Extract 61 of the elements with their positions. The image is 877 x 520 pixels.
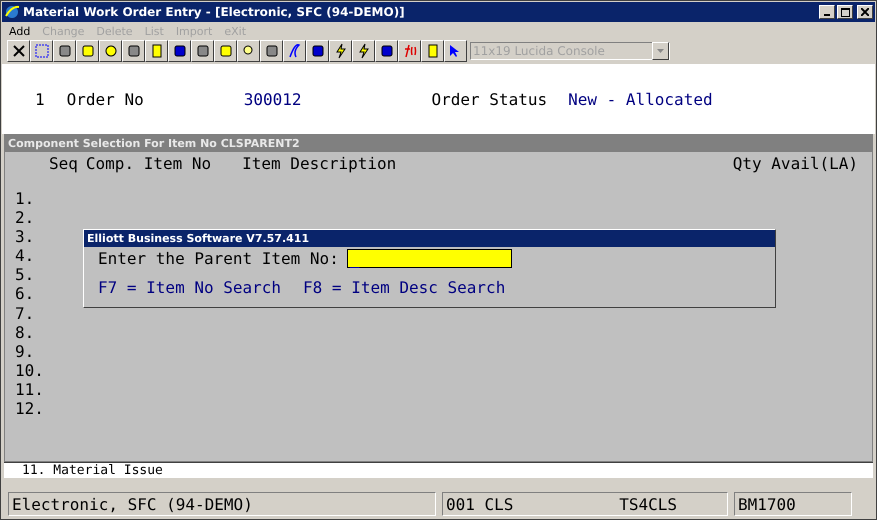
toolbar-button[interactable]: [444, 40, 467, 62]
menu-item[interactable]: Add: [9, 24, 30, 38]
toolbar-button[interactable]: [260, 40, 283, 62]
prompt-label: Enter the Parent Item No:: [98, 248, 339, 268]
toolbar-button[interactable]: [398, 40, 421, 62]
toolbar-button[interactable]: [53, 40, 76, 62]
row-number: 1.: [15, 189, 34, 208]
row-number: 11.: [15, 380, 44, 400]
row-number: 9.: [15, 342, 34, 361]
order-no-label: Order No: [66, 90, 144, 108]
toolbar-button[interactable]: [30, 40, 53, 62]
row-number: 2.: [15, 208, 34, 228]
column-header: Qty Avail(LA): [732, 154, 858, 172]
order-line-number: 1: [35, 90, 45, 108]
close-icon: [861, 8, 869, 16]
toolbar-button[interactable]: [329, 40, 352, 62]
column-header: Seq: [49, 154, 78, 172]
selection-icon: [34, 43, 50, 59]
status-text: 001 CLS: [446, 494, 514, 514]
toolbar-button[interactable]: [7, 40, 30, 62]
order-status-value: New - Allocated: [568, 90, 713, 108]
menu-line-text: 11. Material Issue: [21, 463, 163, 478]
column-header: Comp. Item No: [86, 154, 212, 172]
row-number: 7.: [15, 304, 34, 323]
order-no-value: 300012: [244, 90, 302, 108]
row-number: 8.: [15, 322, 34, 342]
toolbar-button[interactable]: [145, 40, 168, 62]
maximize-button[interactable]: [837, 5, 853, 19]
row-number: 6.: [15, 284, 34, 304]
key-hint: F8 = Item Desc Search: [303, 278, 506, 297]
maximize-icon: [840, 8, 850, 16]
toolbar-button[interactable]: [421, 40, 444, 62]
toolbar-button[interactable]: [122, 40, 145, 62]
panel-title: Component Selection For Item No CLSPARENT2: [5, 135, 872, 152]
toolbar-button[interactable]: [76, 40, 99, 62]
status-text: TS4CLS: [619, 494, 677, 514]
window-title: Material Work Order Entry - [Electronic, SFC (94-DEMO)]: [23, 5, 406, 19]
dialog-title: Elliott Business Software V7.57.411: [84, 230, 775, 247]
row-number: 4.: [15, 246, 34, 266]
toolbar-button[interactable]: [375, 40, 398, 62]
toolbar-button[interactable]: [352, 40, 375, 62]
order-status-label: Order Status: [432, 90, 548, 108]
row-number: 12.: [15, 399, 44, 418]
close-button[interactable]: [857, 5, 873, 19]
row-number: 3.: [15, 227, 34, 246]
status-panel: BM1700: [734, 492, 852, 516]
input-field[interactable]: _: [346, 248, 512, 268]
toolbar-button[interactable]: [306, 40, 329, 62]
toolbar-button[interactable]: [168, 40, 191, 62]
minimize-button[interactable]: [819, 5, 835, 19]
column-header: Item Description: [242, 154, 396, 172]
toolbar-button[interactable]: [237, 40, 260, 62]
row-number: 5.: [15, 265, 34, 284]
toolbar-button[interactable]: [99, 40, 122, 62]
toolbar-button[interactable]: [283, 40, 306, 62]
status-panel: Electronic, SFC (94-DEMO): [8, 492, 436, 516]
close-icon: [10, 43, 26, 59]
toolbar-button[interactable]: [214, 40, 237, 62]
toolbar-button[interactable]: [191, 40, 214, 62]
key-hint: F7 = Item No Search: [98, 278, 282, 297]
row-number: 10.: [15, 360, 44, 380]
